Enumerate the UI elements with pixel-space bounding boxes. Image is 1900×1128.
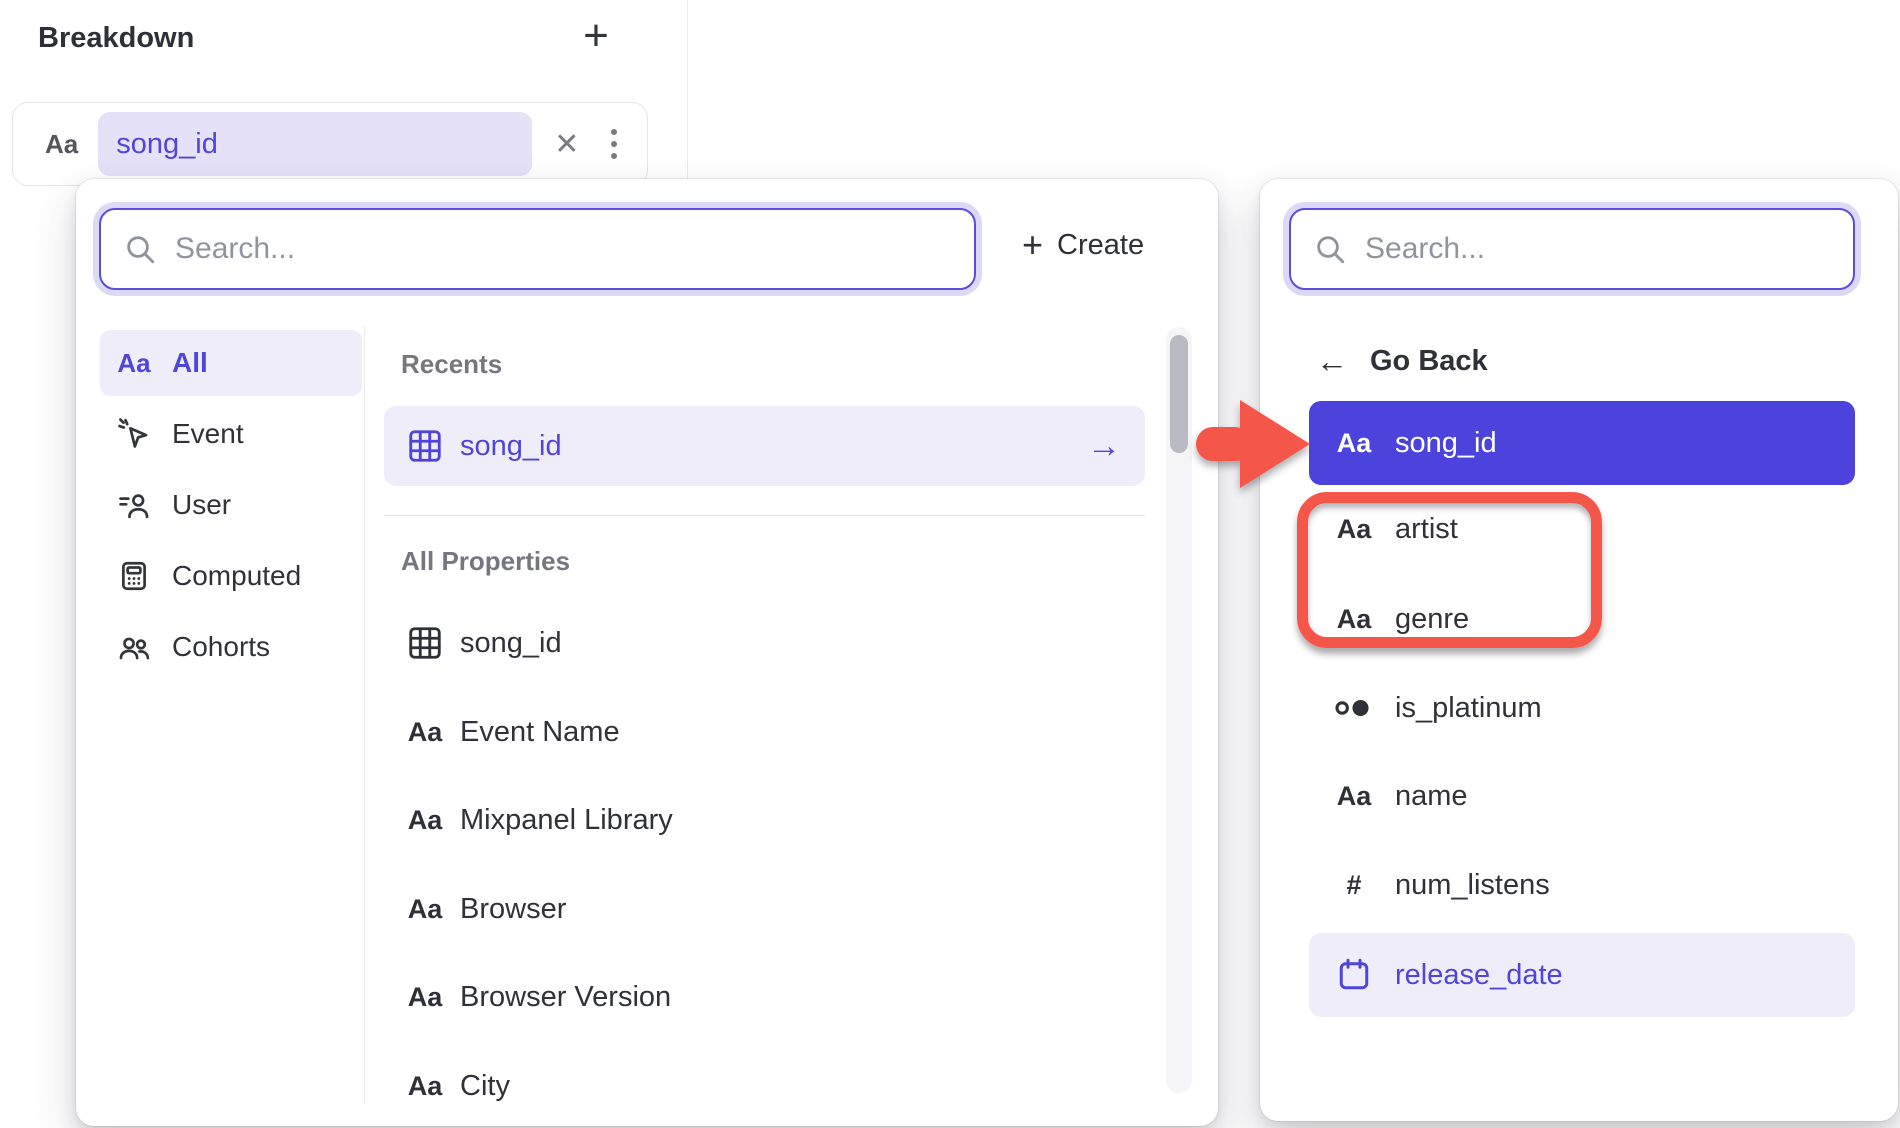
- category-all[interactable]: Aa All: [100, 330, 362, 396]
- text-icon: Aa: [1333, 510, 1375, 548]
- category-computed[interactable]: Computed: [100, 543, 362, 609]
- property-label: num_listens: [1395, 869, 1550, 902]
- text-property-type-icon: Aa: [45, 129, 78, 160]
- category-user[interactable]: User: [100, 472, 362, 538]
- category-label: Event: [172, 418, 244, 450]
- property-item-song-id[interactable]: song_id: [384, 603, 1145, 683]
- search-box: [99, 208, 976, 290]
- create-button[interactable]: + Create: [1022, 227, 1144, 263]
- drill-in-arrow-icon: →: [1087, 427, 1121, 466]
- table-icon: [406, 427, 444, 465]
- table-icon: [406, 624, 444, 662]
- property-label: artist: [1395, 513, 1458, 546]
- calculator-icon: [116, 559, 152, 593]
- selected-property-chip[interactable]: song_id: [98, 112, 532, 176]
- recents-header: Recents: [401, 349, 502, 380]
- property-item-is-platinum[interactable]: is_platinum: [1309, 666, 1855, 750]
- category-event[interactable]: Event: [100, 401, 362, 467]
- text-icon: Aa: [406, 1067, 444, 1105]
- property-picker-dropdown: + Create Aa All Event User: [76, 179, 1218, 1126]
- text-icon: Aa: [1333, 424, 1375, 462]
- number-icon: #: [1333, 866, 1375, 904]
- property-item-browser-version[interactable]: Aa Browser Version: [384, 957, 1145, 1037]
- cursor-click-icon: [116, 417, 152, 451]
- property-item-mixpanel-library[interactable]: Aa Mixpanel Library: [384, 780, 1145, 860]
- property-item-browser[interactable]: Aa Browser: [384, 869, 1145, 949]
- search-icon: [123, 232, 157, 266]
- text-icon: Aa: [406, 713, 444, 751]
- scrollbar[interactable]: [1166, 327, 1192, 1093]
- all-properties-header: All Properties: [401, 546, 570, 577]
- category-label: Computed: [172, 560, 301, 592]
- go-back-label: Go Back: [1370, 345, 1488, 378]
- text-icon: Aa: [406, 978, 444, 1016]
- property-label: genre: [1395, 603, 1469, 636]
- property-item-city[interactable]: Aa City: [384, 1046, 1145, 1126]
- selected-property-label: song_id: [116, 128, 218, 161]
- divider: [364, 326, 365, 1104]
- search-icon: [1313, 232, 1347, 266]
- property-item-num-listens[interactable]: # num_listens: [1309, 843, 1855, 927]
- breakdown-chip: Aa song_id ✕: [12, 102, 648, 186]
- breakdown-section: Breakdown + Aa song_id ✕: [0, 0, 688, 179]
- text-icon: Aa: [116, 346, 152, 380]
- property-item-name[interactable]: Aa name: [1309, 754, 1855, 838]
- boolean-icon: [1333, 689, 1375, 727]
- divider: [384, 515, 1145, 516]
- category-label: User: [172, 489, 231, 521]
- property-label: Event Name: [460, 716, 620, 749]
- kebab-menu-icon: [609, 127, 619, 161]
- add-breakdown-button[interactable]: +: [570, 10, 622, 62]
- property-item-genre[interactable]: Aa genre: [1309, 577, 1855, 661]
- property-label: song_id: [1395, 427, 1497, 460]
- user-icon: [116, 488, 152, 522]
- text-icon: Aa: [406, 890, 444, 928]
- property-values-dropdown: ← Go Back Aa song_id Aa artist Aa genre …: [1260, 179, 1898, 1121]
- category-label: Cohorts: [172, 631, 270, 663]
- property-label: City: [460, 1070, 510, 1103]
- property-label: name: [1395, 780, 1468, 813]
- go-back-button[interactable]: ← Go Back: [1316, 339, 1488, 383]
- back-arrow-icon: ←: [1316, 343, 1348, 380]
- property-item-event-name[interactable]: Aa Event Name: [384, 692, 1145, 772]
- page-title: Breakdown: [38, 22, 194, 55]
- property-item-artist[interactable]: Aa artist: [1309, 487, 1855, 571]
- property-label: Mixpanel Library: [460, 804, 673, 837]
- property-item-song-id[interactable]: Aa song_id: [1309, 401, 1855, 485]
- screen: Breakdown + Aa song_id ✕ + Create Aa Al: [0, 0, 1900, 1128]
- text-icon: Aa: [1333, 600, 1375, 638]
- plus-icon: +: [1022, 227, 1043, 263]
- remove-breakdown-button[interactable]: ✕: [554, 127, 579, 162]
- property-label: song_id: [460, 430, 562, 463]
- search-box: [1289, 208, 1855, 290]
- search-input[interactable]: [1365, 232, 1853, 266]
- property-label: Browser: [460, 893, 566, 926]
- recent-item-song-id[interactable]: song_id →: [384, 406, 1145, 486]
- create-label: Create: [1057, 229, 1144, 262]
- property-label: release_date: [1395, 959, 1563, 992]
- property-label: Browser Version: [460, 981, 671, 1014]
- property-item-release-date[interactable]: release_date: [1309, 933, 1855, 1017]
- property-label: song_id: [460, 627, 562, 660]
- category-label: All: [172, 347, 208, 379]
- category-cohorts[interactable]: Cohorts: [100, 614, 362, 680]
- search-input[interactable]: [175, 232, 974, 266]
- text-icon: Aa: [1333, 777, 1375, 815]
- cohorts-icon: [116, 630, 152, 664]
- property-label: is_platinum: [1395, 692, 1542, 725]
- text-icon: Aa: [406, 801, 444, 839]
- breakdown-options-button[interactable]: [609, 127, 619, 161]
- scrollbar-thumb[interactable]: [1170, 335, 1188, 453]
- calendar-icon: [1333, 956, 1375, 994]
